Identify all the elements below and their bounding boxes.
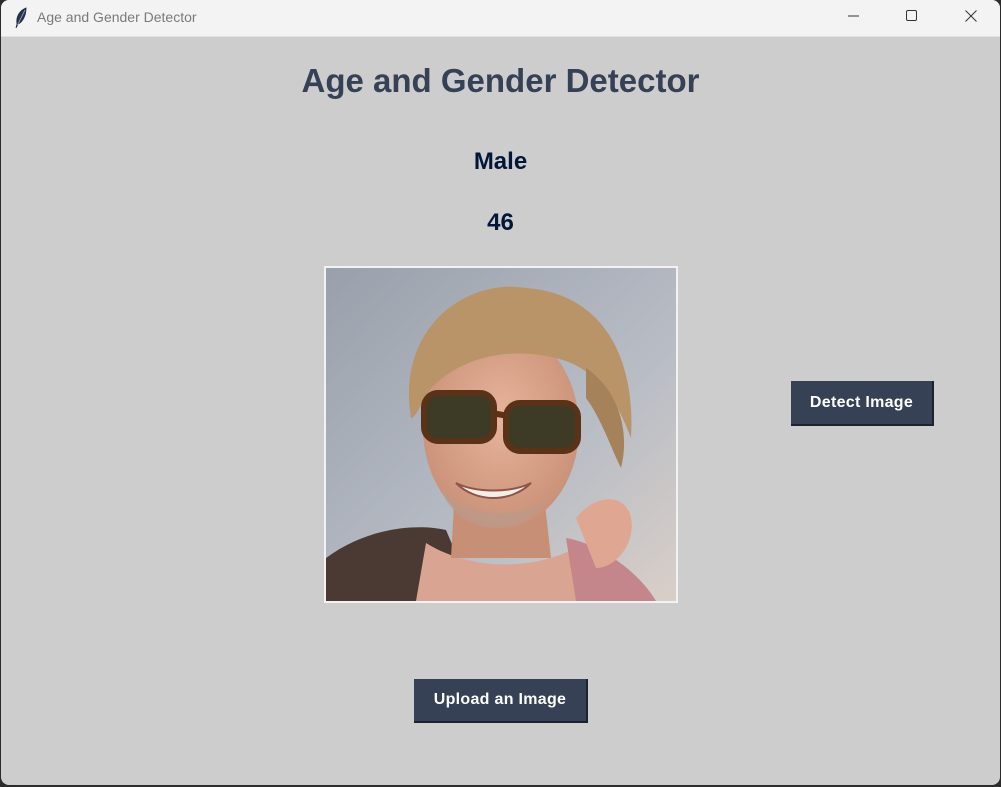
age-result: 46 <box>487 209 514 236</box>
minimize-icon <box>848 9 860 27</box>
close-button[interactable] <box>942 0 1000 36</box>
maximize-icon <box>906 9 918 27</box>
page-title: Age and Gender Detector <box>301 62 700 99</box>
uploaded-face-photo <box>324 266 678 603</box>
gender-result: Male <box>473 148 528 175</box>
close-icon <box>965 9 977 27</box>
upload-image-button[interactable]: Upload an Image <box>414 679 588 723</box>
feather-icon <box>13 7 29 29</box>
minimize-button[interactable] <box>825 0 883 36</box>
window-title: Age and Gender Detector <box>37 9 197 25</box>
maximize-button[interactable] <box>883 0 941 36</box>
title-bar[interactable]: Age and Gender Detector <box>1 0 1000 37</box>
app-window: Age and Gender Detector Age and Gender D… <box>1 0 1000 785</box>
detect-image-button[interactable]: Detect Image <box>791 381 934 426</box>
